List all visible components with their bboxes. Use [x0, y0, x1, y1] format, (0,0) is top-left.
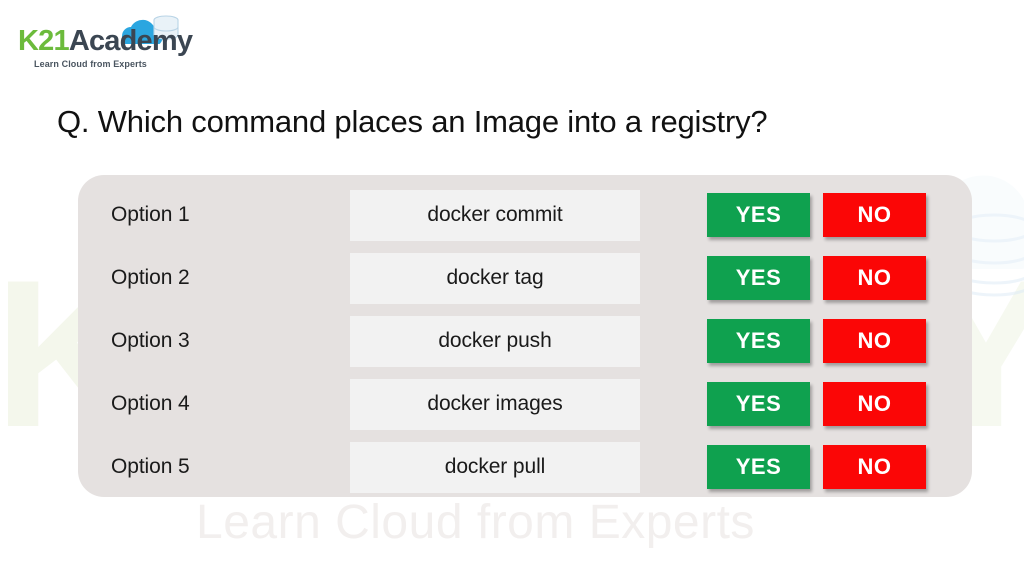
- brand-logo: K21Academy Learn Cloud from Experts: [18, 10, 188, 70]
- option-row: Option 3 docker push YES NO: [78, 314, 972, 368]
- option-label: Option 2: [111, 266, 190, 290]
- command-text: docker tag: [446, 266, 543, 290]
- option-label: Option 1: [111, 203, 190, 227]
- command-text: docker push: [438, 329, 551, 353]
- logo-text-k21: K21: [18, 25, 69, 57]
- option-row: Option 1 docker commit YES NO: [78, 188, 972, 242]
- yes-button[interactable]: YES: [707, 382, 810, 426]
- logo-wordmark: K21Academy: [18, 27, 192, 56]
- yes-button[interactable]: YES: [707, 256, 810, 300]
- option-row: Option 2 docker tag YES NO: [78, 251, 972, 305]
- command-box: docker commit: [350, 190, 640, 241]
- options-list: Option 1 docker commit YES NO Option 2 d…: [78, 175, 972, 497]
- no-button[interactable]: NO: [823, 445, 926, 489]
- command-box: docker push: [350, 316, 640, 367]
- quiz-slide: K Y Learn Cloud from Experts K21Academy …: [0, 0, 1024, 573]
- logo-tagline: Learn Cloud from Experts: [34, 59, 147, 69]
- yes-button[interactable]: YES: [707, 319, 810, 363]
- no-button[interactable]: NO: [823, 382, 926, 426]
- command-text: docker pull: [445, 455, 545, 479]
- command-text: docker images: [427, 392, 562, 416]
- option-label: Option 5: [111, 455, 190, 479]
- option-label: Option 3: [111, 329, 190, 353]
- no-button[interactable]: NO: [823, 319, 926, 363]
- question-title: Q. Which command places an Image into a …: [57, 104, 767, 140]
- yes-button[interactable]: YES: [707, 445, 810, 489]
- command-box: docker pull: [350, 442, 640, 493]
- option-row: Option 5 docker pull YES NO: [78, 440, 972, 494]
- command-box: docker images: [350, 379, 640, 430]
- watermark-tagline: Learn Cloud from Experts: [196, 495, 755, 550]
- command-box: docker tag: [350, 253, 640, 304]
- command-text: docker commit: [427, 203, 562, 227]
- logo-text-academy: Academy: [69, 25, 192, 57]
- no-button[interactable]: NO: [823, 193, 926, 237]
- options-panel: Option 1 docker commit YES NO Option 2 d…: [78, 175, 972, 497]
- yes-button[interactable]: YES: [707, 193, 810, 237]
- no-button[interactable]: NO: [823, 256, 926, 300]
- option-row: Option 4 docker images YES NO: [78, 377, 972, 431]
- option-label: Option 4: [111, 392, 190, 416]
